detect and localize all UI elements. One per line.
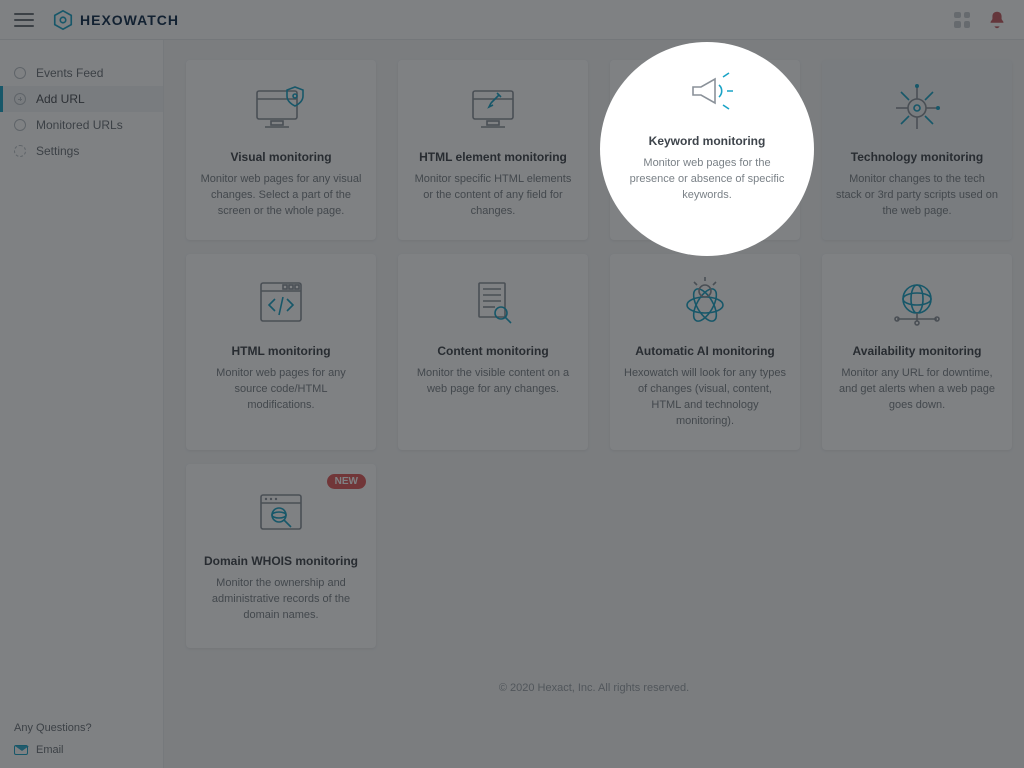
- card-title: Availability monitoring: [836, 344, 998, 358]
- network-node-icon: [836, 78, 998, 138]
- plus-circle-icon: [14, 93, 26, 105]
- new-badge: NEW: [327, 474, 366, 489]
- browser-search-icon: [200, 482, 362, 542]
- card-technology-monitoring[interactable]: Technology monitoring Monitor changes to…: [822, 60, 1012, 240]
- mail-icon: [14, 745, 28, 755]
- atom-bulb-icon: [624, 272, 786, 332]
- card-desc: Monitor the ownership and administrative…: [200, 576, 362, 624]
- main-content: Visual monitoring Monitor web pages for …: [164, 40, 1024, 768]
- sidebar-item-settings[interactable]: Settings: [0, 138, 163, 164]
- card-title: Technology monitoring: [836, 150, 998, 164]
- brand-text: HEXOWATCH: [80, 12, 179, 28]
- card-visual-monitoring[interactable]: Visual monitoring Monitor web pages for …: [186, 60, 376, 240]
- card-desc: Monitor changes to the tech stack or 3rd…: [836, 172, 998, 220]
- card-content-monitoring[interactable]: Content monitoring Monitor the visible c…: [398, 254, 588, 450]
- card-title: HTML element monitoring: [412, 150, 574, 164]
- document-search-icon: [412, 272, 574, 332]
- card-title: Domain WHOIS monitoring: [200, 554, 362, 568]
- card-keyword-monitoring[interactable]: Keyword monitoring Monitor web pages for…: [610, 60, 800, 240]
- sidebar: Events Feed Add URL Monitored URLs Setti…: [0, 40, 164, 768]
- feed-icon: [14, 67, 26, 79]
- card-title: HTML monitoring: [200, 344, 362, 358]
- menu-toggle[interactable]: [14, 13, 34, 27]
- gear-icon: [14, 145, 26, 157]
- email-label: Email: [36, 744, 64, 756]
- sidebar-item-add-url[interactable]: Add URL: [0, 86, 163, 112]
- footer-copyright: © 2020 Hexact, Inc. All rights reserved.: [164, 658, 1024, 714]
- monitor-pin-icon: [412, 78, 574, 138]
- card-html-element-monitoring[interactable]: HTML element monitoring Monitor specific…: [398, 60, 588, 240]
- card-availability-monitoring[interactable]: Availability monitoring Monitor any URL …: [822, 254, 1012, 450]
- globe-network-icon: [836, 272, 998, 332]
- contact-email[interactable]: Email: [14, 744, 149, 756]
- sidebar-item-label: Settings: [36, 144, 79, 158]
- code-window-icon: [200, 272, 362, 332]
- card-automatic-ai-monitoring[interactable]: Automatic AI monitoring Hexowatch will l…: [610, 254, 800, 450]
- card-title: Keyword monitoring: [624, 150, 786, 164]
- card-desc: Hexowatch will look for any types of cha…: [624, 366, 786, 430]
- card-title: Automatic AI monitoring: [624, 344, 786, 358]
- sidebar-item-label: Add URL: [36, 92, 85, 106]
- sidebar-item-label: Monitored URLs: [36, 118, 123, 132]
- card-desc: Monitor any URL for downtime, and get al…: [836, 366, 998, 414]
- sidebar-item-label: Events Feed: [36, 66, 103, 80]
- sidebar-item-monitored-urls[interactable]: Monitored URLs: [0, 112, 163, 138]
- brand-logo[interactable]: HEXOWATCH: [52, 9, 179, 31]
- sidebar-item-events-feed[interactable]: Events Feed: [0, 60, 163, 86]
- card-desc: Monitor web pages for the presence or ab…: [624, 172, 786, 220]
- card-html-monitoring[interactable]: HTML monitoring Monitor web pages for an…: [186, 254, 376, 450]
- apps-icon[interactable]: [954, 12, 970, 28]
- card-desc: Monitor the visible content on a web pag…: [412, 366, 574, 398]
- monitor-shield-icon: [200, 78, 362, 138]
- list-icon: [14, 119, 26, 131]
- megaphone-icon: [624, 78, 786, 138]
- card-domain-whois-monitoring[interactable]: NEW Domain WHOIS monitoring Monitor the …: [186, 464, 376, 648]
- any-questions-label: Any Questions?: [14, 722, 149, 734]
- card-title: Visual monitoring: [200, 150, 362, 164]
- card-desc: Monitor web pages for any source code/HT…: [200, 366, 362, 414]
- card-desc: Monitor web pages for any visual changes…: [200, 172, 362, 220]
- hexowatch-logo-icon: [52, 9, 74, 31]
- header: HEXOWATCH: [0, 0, 1024, 40]
- notifications-icon[interactable]: [984, 7, 1010, 33]
- card-desc: Monitor specific HTML elements or the co…: [412, 172, 574, 220]
- card-title: Content monitoring: [412, 344, 574, 358]
